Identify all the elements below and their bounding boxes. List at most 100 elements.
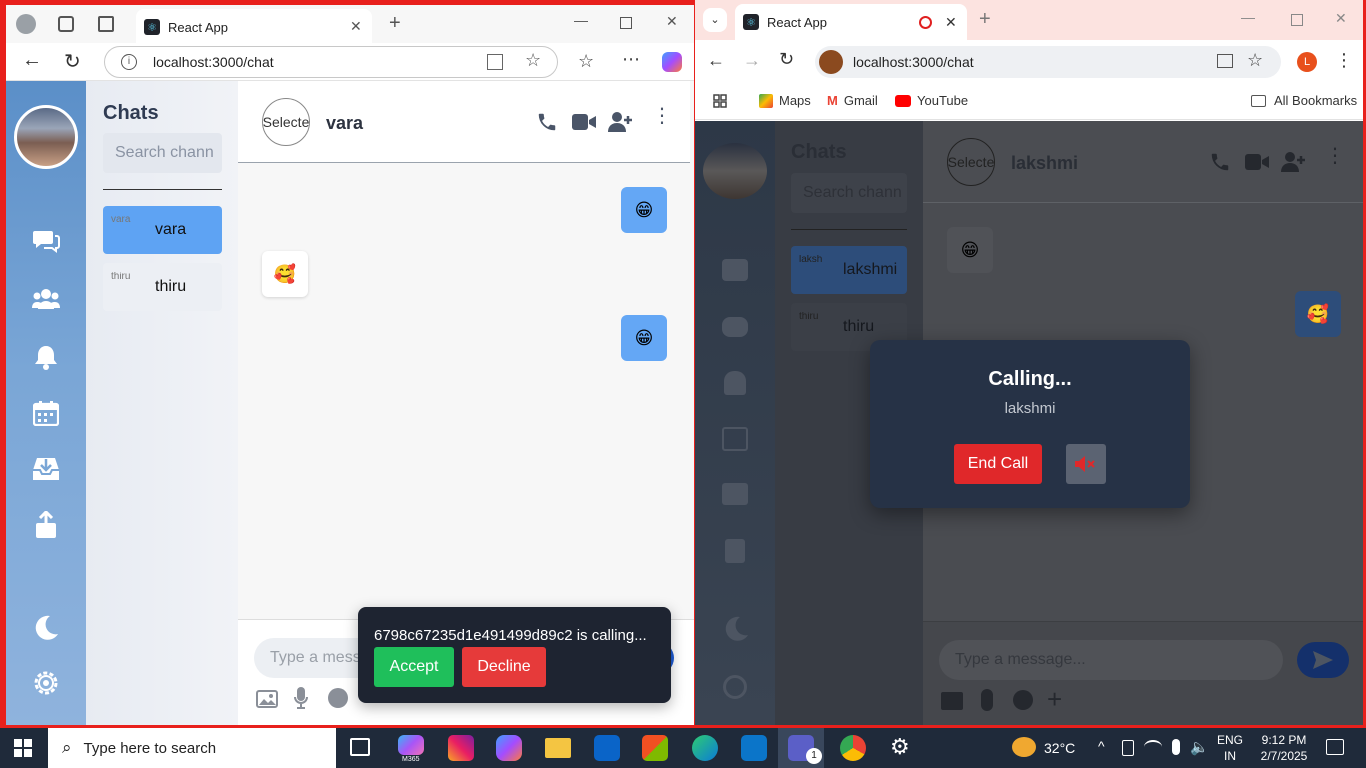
- message-input[interactable]: Type a message...: [939, 640, 1283, 680]
- emoji-icon[interactable]: [1013, 690, 1033, 710]
- menu-icon[interactable]: ⋮: [1335, 50, 1353, 71]
- minimize-icon[interactable]: —: [574, 12, 588, 28]
- microphone-tray-icon[interactable]: [1172, 739, 1180, 755]
- dark-mode-moon-icon[interactable]: [723, 615, 749, 641]
- device-icon[interactable]: [1122, 740, 1134, 756]
- end-call-button[interactable]: End Call: [954, 444, 1042, 484]
- chats-icon[interactable]: [32, 227, 60, 255]
- instagram-icon[interactable]: [448, 735, 474, 761]
- minimize-icon[interactable]: —: [1241, 9, 1255, 25]
- maximize-icon[interactable]: [620, 17, 632, 29]
- info-icon[interactable]: i: [121, 54, 137, 70]
- calendar-icon[interactable]: [32, 399, 60, 427]
- favorite-star-icon[interactable]: ☆: [525, 50, 541, 71]
- forward-icon[interactable]: →: [743, 50, 761, 71]
- upload-share-icon[interactable]: [725, 539, 745, 563]
- bookmark-gmail[interactable]: M Gmail: [827, 93, 878, 108]
- channel-search-input[interactable]: Search chann: [791, 173, 907, 213]
- maximize-icon[interactable]: [1291, 14, 1303, 26]
- new-tab-icon[interactable]: +: [979, 8, 991, 31]
- close-window-icon[interactable]: ✕: [666, 13, 678, 30]
- apps-grid-icon[interactable]: [713, 94, 727, 108]
- back-icon[interactable]: ←: [707, 50, 725, 71]
- tab-actions-icon[interactable]: [98, 16, 114, 32]
- file-explorer-icon[interactable]: [545, 738, 571, 758]
- add-user-icon[interactable]: [608, 111, 632, 133]
- mic-permission-icon[interactable]: [819, 50, 843, 74]
- chats-icon[interactable]: [722, 259, 748, 281]
- contacts-icon[interactable]: [722, 317, 748, 337]
- m365-icon[interactable]: [398, 735, 424, 755]
- bookmark-maps[interactable]: Maps: [759, 93, 811, 108]
- profile-avatar[interactable]: L: [1297, 52, 1317, 72]
- teams-taskbar-slot[interactable]: 1: [778, 728, 824, 768]
- favorites-icon[interactable]: ☆: [578, 51, 594, 72]
- edge-tab[interactable]: ⚛ React App ✕: [136, 9, 372, 43]
- microsoft-store-icon[interactable]: [642, 735, 668, 761]
- tray-chevron-icon[interactable]: ^: [1098, 738, 1105, 754]
- bookmark-star-icon[interactable]: ☆: [1247, 50, 1263, 71]
- chat-item-lakshmi[interactable]: laksh lakshmi: [791, 246, 907, 294]
- close-tab-icon[interactable]: ✕: [945, 14, 957, 31]
- chat-item-vara[interactable]: vara vara: [103, 206, 222, 254]
- close-window-icon[interactable]: ✕: [1335, 10, 1347, 27]
- taskbar-search[interactable]: ⌕ Type here to search: [48, 728, 336, 768]
- chat-item-thiru[interactable]: thiru thiru: [103, 263, 222, 311]
- image-icon[interactable]: [941, 692, 963, 710]
- send-button[interactable]: [1297, 642, 1349, 678]
- add-user-icon[interactable]: [1281, 151, 1305, 173]
- refresh-icon[interactable]: ↻: [779, 49, 794, 70]
- copilot-icon[interactable]: [496, 735, 522, 761]
- weather-icon[interactable]: [1012, 737, 1036, 757]
- copilot-icon[interactable]: [662, 52, 682, 72]
- settings-gear-icon[interactable]: [723, 675, 747, 699]
- voice-call-icon[interactable]: [536, 111, 558, 133]
- inbox-download-icon[interactable]: [32, 455, 60, 483]
- inbox-download-icon[interactable]: [722, 483, 748, 505]
- close-tab-icon[interactable]: ✕: [350, 18, 362, 35]
- upload-share-icon[interactable]: [32, 511, 60, 539]
- accept-call-button[interactable]: Accept: [374, 647, 454, 687]
- chrome-icon[interactable]: [840, 735, 866, 761]
- microphone-icon[interactable]: [981, 689, 993, 711]
- refresh-icon[interactable]: ↻: [64, 49, 81, 74]
- outlook-icon[interactable]: [594, 735, 620, 761]
- clock[interactable]: 9:12 PM 2/7/2025: [1252, 732, 1316, 764]
- video-call-icon[interactable]: [572, 112, 596, 132]
- add-attachment-icon[interactable]: +: [1047, 684, 1062, 715]
- more-options-icon[interactable]: ⋮: [652, 106, 672, 126]
- edge-icon[interactable]: [692, 735, 718, 761]
- notifications-bell-icon[interactable]: [724, 371, 746, 395]
- notification-center-icon[interactable]: [1326, 739, 1344, 755]
- weather-temp[interactable]: 32°C: [1044, 740, 1075, 756]
- calendar-icon[interactable]: [722, 427, 748, 451]
- dark-mode-moon-icon[interactable]: [32, 613, 60, 641]
- url-box[interactable]: localhost:3000/chat ☆: [815, 46, 1281, 78]
- settings-gear-icon[interactable]: [32, 669, 60, 697]
- channel-search-input[interactable]: Search chann: [103, 133, 222, 173]
- image-icon[interactable]: [256, 690, 278, 708]
- language-indicator[interactable]: ENG IN: [1214, 732, 1246, 764]
- voice-call-icon[interactable]: [1209, 151, 1231, 173]
- vscode-icon[interactable]: [741, 735, 767, 761]
- profile-icon[interactable]: [16, 14, 36, 34]
- task-view-icon[interactable]: [350, 738, 370, 756]
- network-icon[interactable]: [1144, 740, 1162, 754]
- more-options-icon[interactable]: ⋮: [1325, 146, 1345, 166]
- settings-icon[interactable]: ⚙: [890, 736, 910, 758]
- contacts-icon[interactable]: [32, 285, 60, 313]
- app-available-icon[interactable]: [487, 54, 503, 70]
- volume-icon[interactable]: 🔈: [1190, 738, 1209, 756]
- windows-start-icon[interactable]: [14, 739, 32, 757]
- user-avatar[interactable]: [14, 105, 78, 169]
- decline-call-button[interactable]: Decline: [462, 647, 546, 687]
- chrome-tab[interactable]: ⚛ React App ✕: [735, 4, 967, 40]
- microphone-icon[interactable]: [294, 687, 308, 709]
- all-bookmarks[interactable]: All Bookmarks: [1251, 93, 1357, 108]
- url-box[interactable]: i localhost:3000/chat ☆: [104, 46, 558, 78]
- notifications-bell-icon[interactable]: [32, 343, 60, 371]
- install-app-icon[interactable]: [1217, 54, 1233, 68]
- video-call-icon[interactable]: [1245, 152, 1269, 172]
- back-icon[interactable]: ←: [22, 49, 42, 72]
- emoji-icon[interactable]: [328, 688, 348, 708]
